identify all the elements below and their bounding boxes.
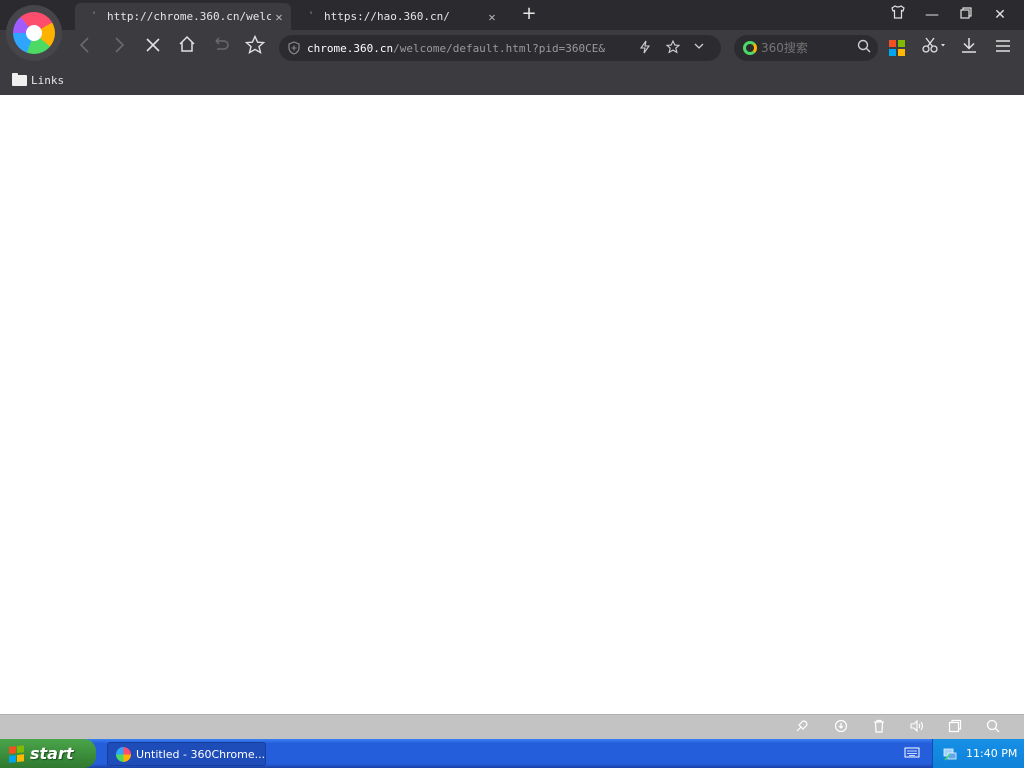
home-button[interactable] bbox=[174, 35, 200, 61]
rocket-icon[interactable] bbox=[793, 719, 811, 735]
screenshot-scissors-button[interactable] bbox=[918, 36, 950, 60]
360-logo-icon bbox=[13, 12, 55, 54]
favorites-star-button[interactable] bbox=[242, 34, 268, 61]
search-input[interactable] bbox=[761, 41, 847, 55]
shield-icon bbox=[287, 41, 301, 55]
skin-shirt-icon[interactable] bbox=[886, 4, 910, 26]
taskbar-item-title: Untitled - 360Chrome... bbox=[136, 747, 265, 761]
stop-button[interactable] bbox=[140, 35, 166, 61]
loading-spinner-icon: ˈ bbox=[308, 11, 315, 22]
volume-icon[interactable] bbox=[908, 719, 926, 735]
chevron-down-icon[interactable] bbox=[689, 40, 709, 56]
minimize-button[interactable]: — bbox=[920, 4, 944, 26]
windows-taskbar: start Untitled - 360Chrome... 11:40 PM bbox=[0, 739, 1024, 768]
clock: 11:40 PM bbox=[966, 747, 1018, 760]
taskbar-item-360chrome[interactable]: Untitled - 360Chrome... bbox=[107, 742, 266, 766]
page-content-area[interactable] bbox=[0, 95, 1024, 714]
bookmark-star-icon[interactable] bbox=[663, 39, 683, 56]
bookmark-folder-links[interactable]: Links bbox=[12, 72, 64, 88]
download-speed-icon[interactable] bbox=[832, 719, 850, 735]
search-icon[interactable] bbox=[855, 39, 873, 57]
tab-close-icon[interactable]: ✕ bbox=[271, 10, 287, 24]
window-icon[interactable] bbox=[946, 719, 964, 735]
back-button[interactable] bbox=[72, 35, 98, 61]
bookmark-label: Links bbox=[31, 73, 65, 87]
restore-button[interactable] bbox=[954, 4, 978, 26]
apps-button[interactable] bbox=[884, 36, 910, 60]
download-button[interactable] bbox=[956, 36, 982, 60]
browser-status-bar bbox=[0, 714, 1024, 739]
tab-welcome[interactable]: ˈ http://chrome.360.cn/welcome/default.h… bbox=[75, 3, 291, 30]
network-icon[interactable] bbox=[942, 746, 958, 762]
address-bar[interactable]: chrome.360.cn /welcome/default.html?pid=… bbox=[279, 35, 721, 61]
360chrome-icon bbox=[116, 746, 131, 762]
start-button[interactable]: start bbox=[0, 739, 96, 768]
folder-icon bbox=[12, 72, 27, 86]
tab-label: https://hao.360.cn/ bbox=[324, 10, 450, 23]
url-host: chrome.360.cn bbox=[307, 41, 394, 55]
search-box[interactable] bbox=[734, 35, 878, 61]
system-tray: 11:40 PM bbox=[932, 739, 1024, 768]
forward-button[interactable] bbox=[106, 35, 132, 61]
start-label: start bbox=[30, 744, 74, 763]
lightning-icon[interactable] bbox=[635, 40, 655, 56]
new-tab-button[interactable]: + bbox=[518, 4, 540, 26]
keyboard-icon[interactable] bbox=[904, 746, 920, 760]
browser-toolbar: chrome.360.cn /welcome/default.html?pid=… bbox=[0, 30, 1024, 66]
loading-spinner-icon: ˈ bbox=[91, 11, 98, 22]
windows-flag-icon bbox=[9, 744, 25, 763]
360-search-logo-icon bbox=[743, 41, 757, 55]
browser-titlebar: ˈ http://chrome.360.cn/welcome/default.h… bbox=[0, 0, 1024, 61]
undo-close-tab-button[interactable] bbox=[208, 35, 234, 61]
tab-hao360[interactable]: ˈ https://hao.360.cn/ ✕ bbox=[292, 3, 504, 30]
zoom-icon[interactable] bbox=[984, 719, 1002, 735]
bookmarks-bar: Links bbox=[0, 66, 1024, 95]
url-path: /welcome/default.html?pid=360CE& bbox=[393, 41, 606, 55]
apps-grid-icon bbox=[889, 40, 905, 56]
tab-close-icon[interactable]: ✕ bbox=[484, 10, 500, 24]
close-window-button[interactable]: ✕ bbox=[988, 4, 1012, 26]
browser-logo-menu-button[interactable] bbox=[6, 5, 62, 61]
trash-icon[interactable] bbox=[870, 719, 888, 735]
tab-label: http://chrome.360.cn/welcome/default.htm… bbox=[107, 10, 271, 23]
menu-hamburger-button[interactable] bbox=[990, 36, 1016, 60]
